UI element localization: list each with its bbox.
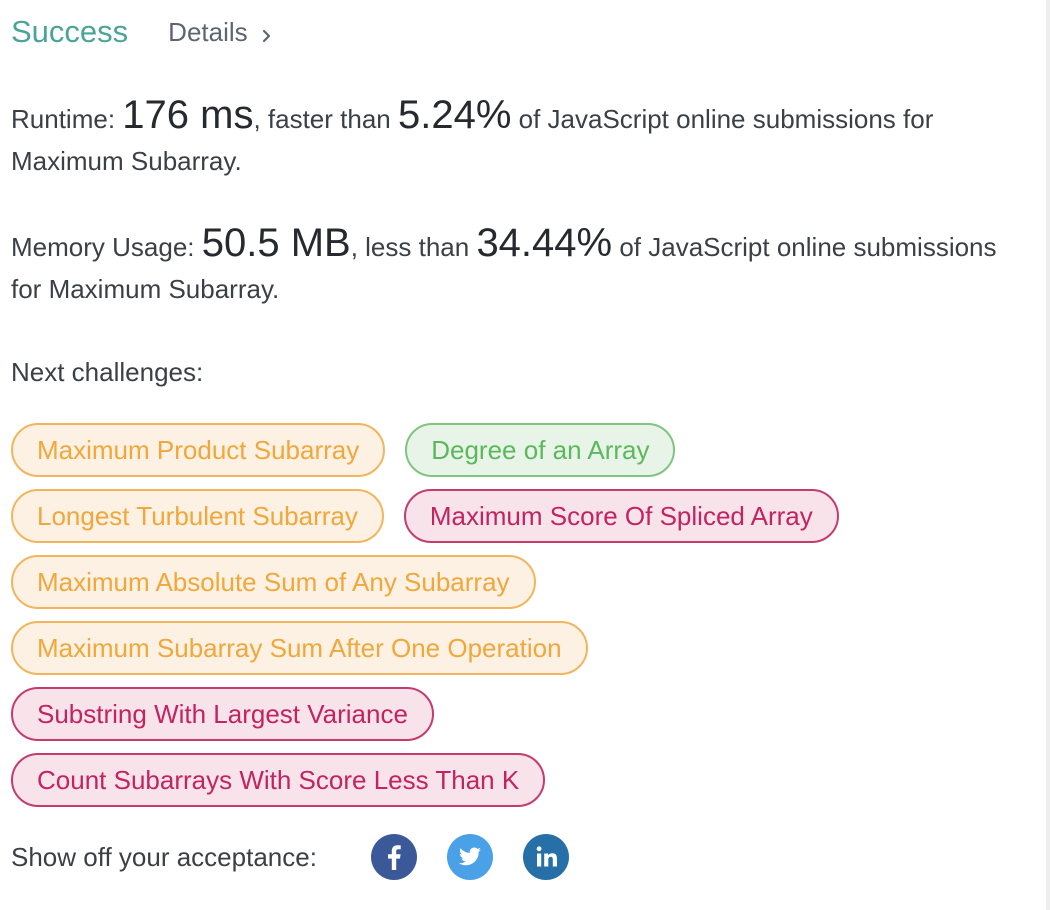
challenge-chip[interactable]: Maximum Score Of Spliced Array [403, 489, 839, 543]
status-text: Success [11, 14, 129, 49]
memory-value: 50.5 MB [201, 221, 351, 265]
runtime-percent: 5.24% [397, 93, 512, 137]
challenge-chip[interactable]: Substring With Largest Variance [11, 687, 434, 741]
challenge-row: Count Subarrays With Score Less Than K [11, 753, 1031, 807]
memory-comparator: , less than [350, 232, 477, 262]
linkedin-icon[interactable] [522, 834, 569, 880]
result-header: Success Details [11, 10, 274, 54]
twitter-icon[interactable] [446, 834, 493, 880]
next-challenges-list: Maximum Product Subarray Degree of an Ar… [11, 423, 1031, 819]
runtime-comparator: , faster than [253, 104, 398, 134]
memory-label: Memory Usage: [11, 232, 202, 262]
share-section: Show off your acceptance: [11, 832, 599, 882]
challenge-row: Maximum Absolute Sum of Any Subarray [11, 555, 1031, 609]
runtime-stat: Runtime: 176 ms, faster than 5.24% of Ja… [11, 94, 1011, 182]
details-label: Details [168, 16, 248, 47]
details-link[interactable]: Details [168, 17, 273, 48]
memory-percent: 34.44% [476, 221, 613, 265]
memory-stat: Memory Usage: 50.5 MB, less than 34.44% … [11, 222, 1011, 310]
share-label: Show off your acceptance: [11, 841, 317, 872]
challenge-chip[interactable]: Maximum Product Subarray [11, 423, 386, 477]
challenge-chip[interactable]: Count Subarrays With Score Less Than K [11, 753, 546, 807]
challenge-chip[interactable]: Maximum Subarray Sum After One Operation [11, 621, 588, 675]
challenge-chip[interactable]: Degree of an Array [405, 423, 676, 477]
facebook-icon[interactable] [370, 834, 417, 880]
challenge-row: Maximum Product Subarray Degree of an Ar… [11, 423, 1031, 477]
challenge-row: Longest Turbulent Subarray Maximum Score… [11, 489, 1031, 543]
runtime-value: 176 ms [122, 93, 254, 137]
challenge-chip[interactable]: Longest Turbulent Subarray [11, 489, 384, 543]
challenge-row: Substring With Largest Variance [11, 687, 1031, 741]
challenge-row: Maximum Subarray Sum After One Operation [11, 621, 1031, 675]
runtime-label: Runtime: [11, 104, 123, 134]
chevron-right-icon [260, 22, 274, 43]
challenge-chip[interactable]: Maximum Absolute Sum of Any Subarray [11, 555, 536, 609]
next-challenges-heading: Next challenges: [11, 357, 204, 387]
right-edge-divider [1046, 0, 1050, 910]
